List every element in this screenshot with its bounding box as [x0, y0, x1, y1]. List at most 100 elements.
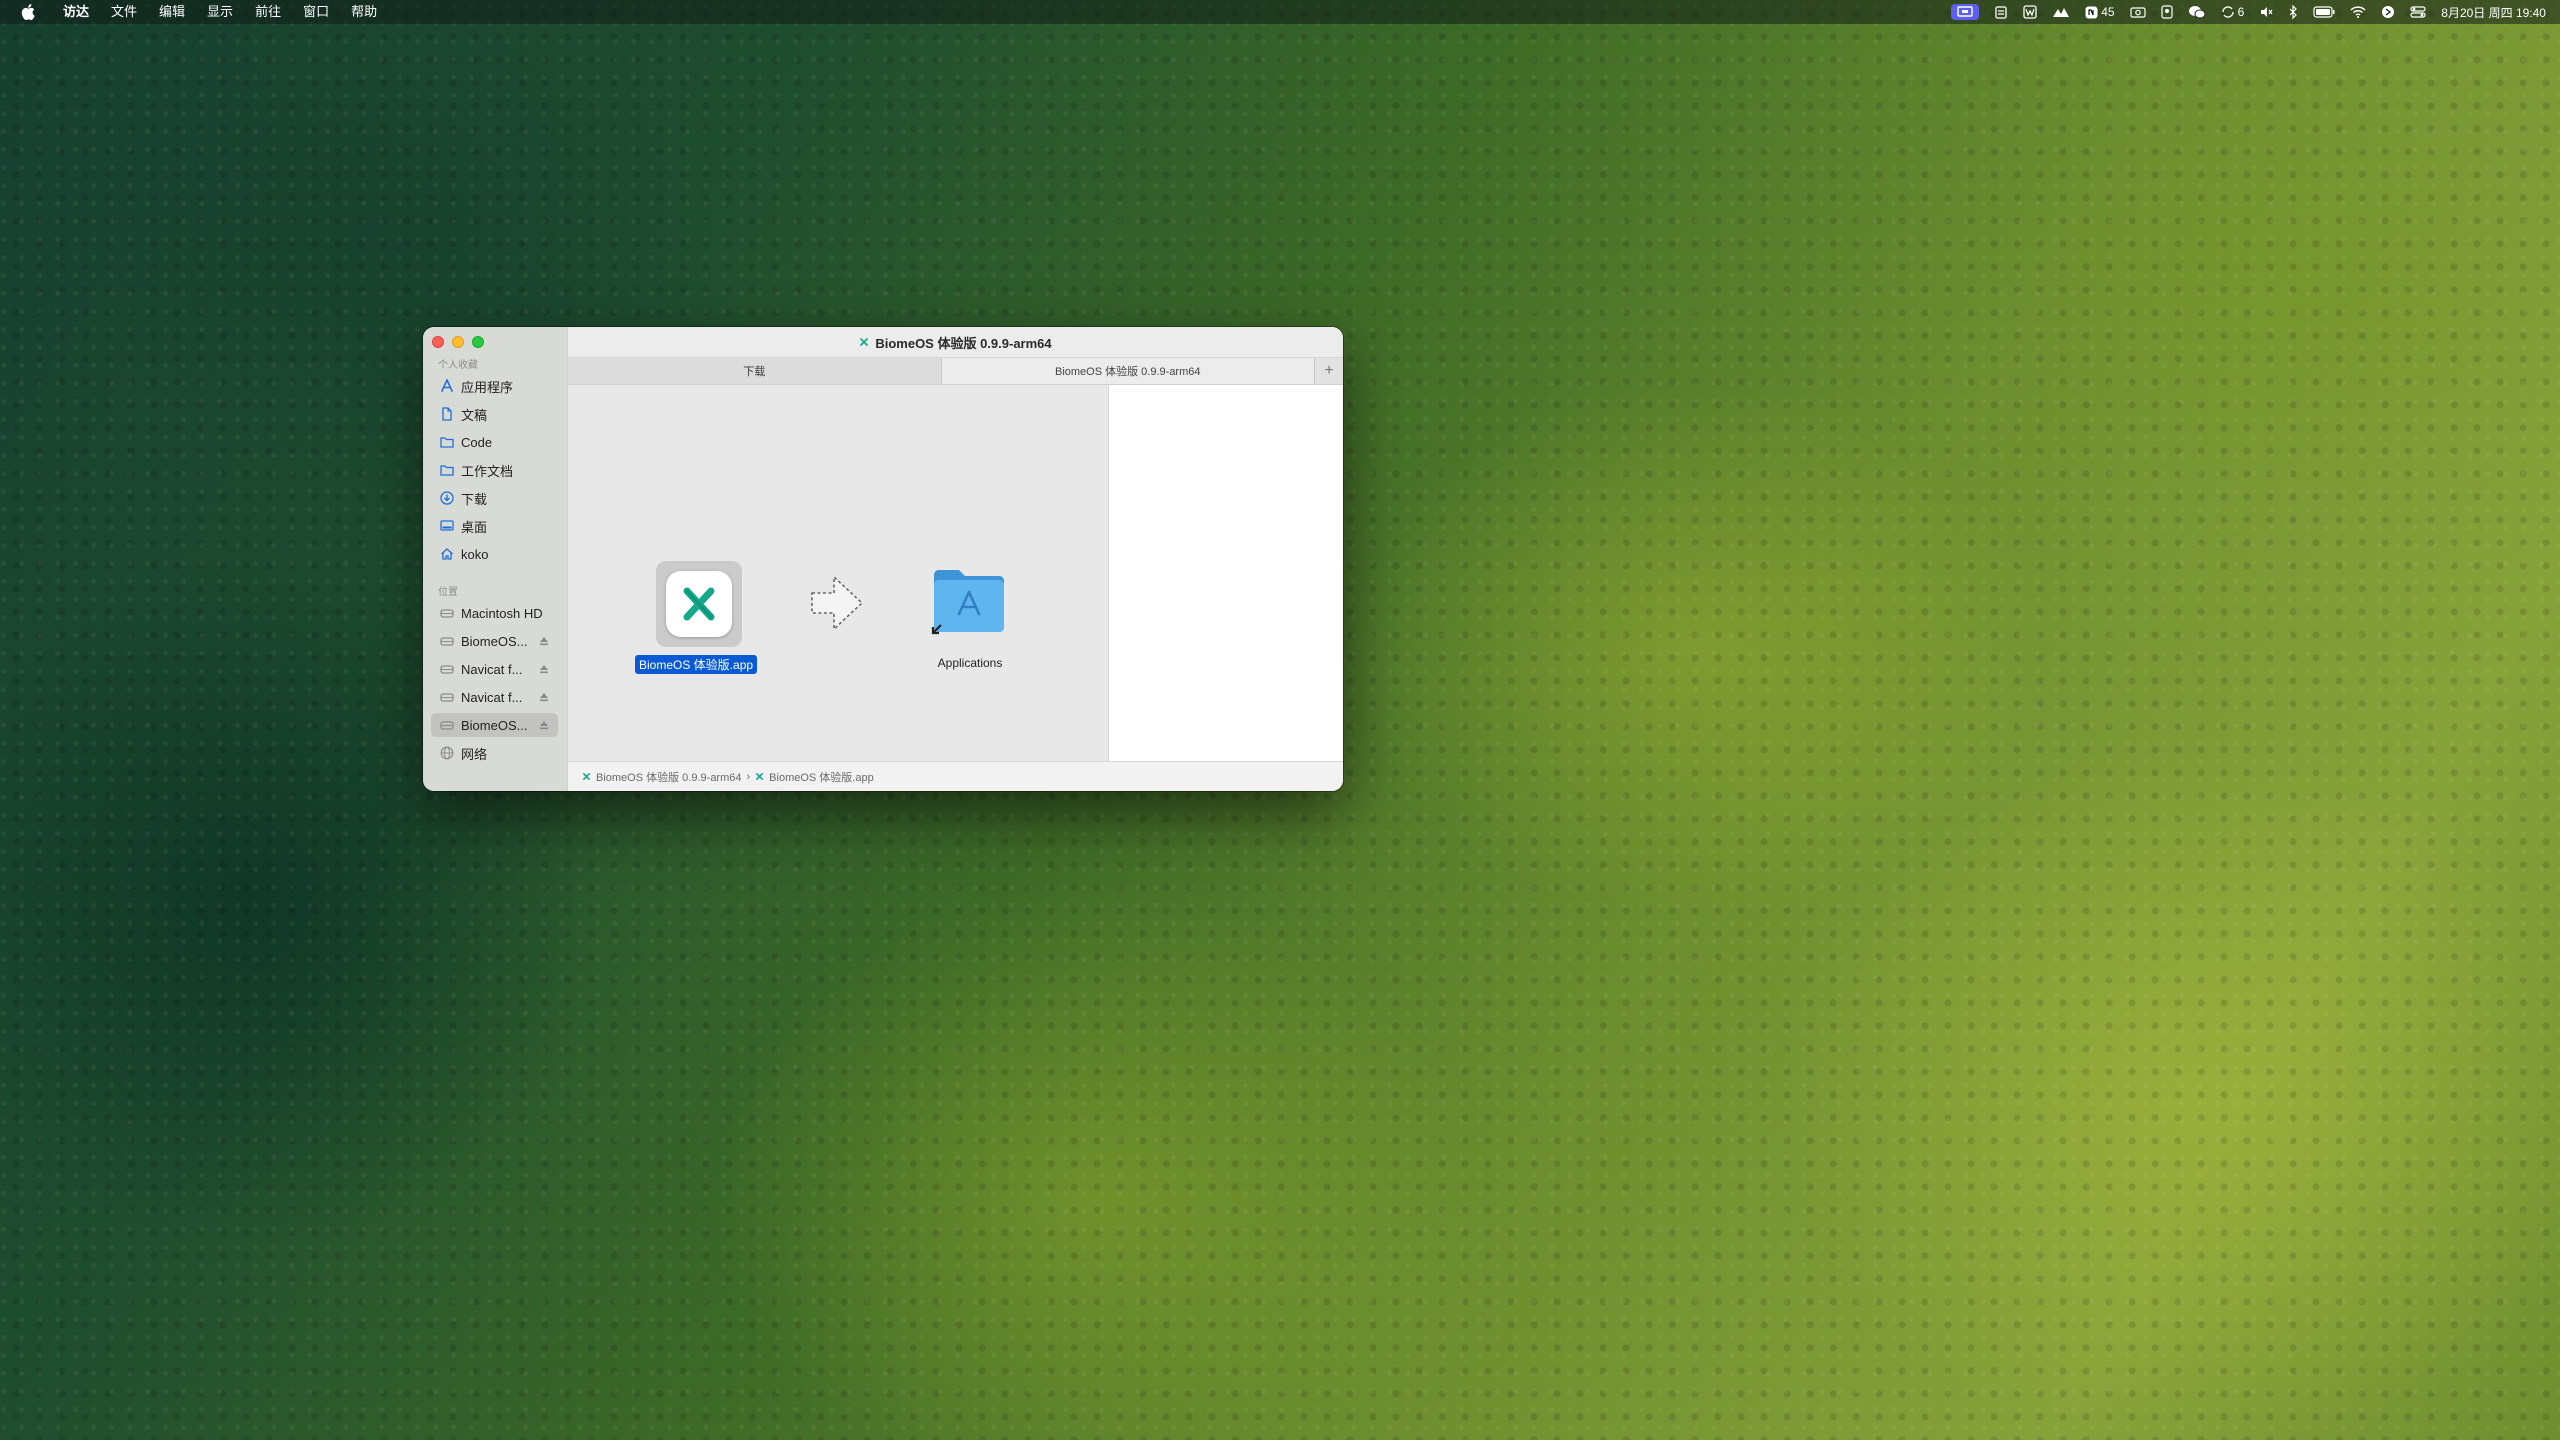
preview-pane [1108, 385, 1343, 761]
sidebar-item-label: koko [461, 546, 489, 562]
contacts-icon[interactable] [2160, 5, 2173, 19]
path-segment-app[interactable]: BiomeOS 体验版.app [769, 769, 874, 785]
drag-arrow-icon [811, 575, 864, 631]
sidebar-item-applications[interactable]: 应用程序 [431, 374, 558, 398]
sidebar-item-macintosh-hd[interactable]: Macintosh HD [431, 601, 558, 625]
notification-count: 45 [2101, 5, 2115, 19]
sidebar-item-navicat-volume-2[interactable]: Navicat f... [431, 685, 558, 709]
applications-icon [439, 378, 455, 394]
window-controls [432, 336, 484, 348]
sidebar-item-label: Navicat f... [461, 661, 523, 677]
notification-badge-icon[interactable]: 45 [2085, 5, 2115, 19]
eject-icon[interactable] [538, 691, 550, 703]
wechat-icon[interactable] [2188, 5, 2206, 19]
disk-icon [439, 605, 455, 621]
home-icon [439, 546, 455, 562]
tab-downloads[interactable]: 下载 [568, 358, 942, 384]
disk-icon [439, 689, 455, 705]
sidebar-item-desktop[interactable]: 桌面 [431, 514, 558, 538]
apple-menu-icon[interactable] [18, 2, 38, 22]
biomeos-path-icon [756, 772, 764, 781]
globe-icon [439, 745, 455, 761]
wifi-icon[interactable] [2350, 6, 2366, 18]
biomeos-path-icon [582, 772, 591, 781]
window-titlebar[interactable]: BiomeOS 体验版 0.9.9-arm64 [568, 327, 1343, 357]
menu-bar: 访达 文件 编辑 显示 前往 窗口 帮助 45 6 8月20日 周四 19:40 [0, 0, 2560, 24]
mountain-icon[interactable] [2052, 6, 2070, 18]
bluetooth-icon[interactable] [2288, 5, 2298, 19]
clipboard-icon[interactable] [1994, 5, 2008, 19]
locations-header: 位置 [438, 587, 458, 598]
new-tab-button[interactable]: + [1315, 358, 1343, 384]
icon-view: BiomeOS 体验版.app Applications [568, 385, 1108, 761]
menu-go[interactable]: 前往 [244, 0, 292, 24]
battery-icon[interactable] [2313, 6, 2335, 18]
sidebar-item-network[interactable]: 网络 [431, 741, 558, 765]
minimize-button[interactable] [452, 336, 464, 348]
sidebar-item-navicat-volume-1[interactable]: Navicat f... [431, 657, 558, 681]
window-title: BiomeOS 体验版 0.9.9-arm64 [875, 335, 1052, 351]
sync-count: 6 [2237, 5, 2245, 19]
sidebar-item-label: Navicat f... [461, 689, 523, 705]
close-button[interactable] [432, 336, 444, 348]
status-area: 45 6 8月20日 周四 19:40 [1951, 0, 2546, 24]
sidebar-item-label: BiomeOS... [461, 633, 528, 649]
disk-icon [439, 661, 455, 677]
eject-icon[interactable] [538, 635, 550, 647]
sync-icon[interactable]: 6 [2221, 5, 2245, 19]
applications-folder-icon[interactable] [930, 565, 1008, 635]
menu-help[interactable]: 帮助 [340, 0, 388, 24]
finder-sidebar: 个人收藏 应用程序 文稿 Code 工作文档 下载 桌面 koko 位置 Mac… [423, 327, 568, 791]
sidebar-item-label: 下载 [461, 491, 488, 507]
sidebar-item-downloads[interactable]: 下载 [431, 486, 558, 510]
app-item-label[interactable]: BiomeOS 体验版.app [635, 655, 758, 674]
desktop-icon [439, 518, 455, 534]
sidebar-item-code[interactable]: Code [431, 430, 558, 454]
applications-folder-label[interactable]: Applications [928, 656, 1012, 670]
app-item[interactable] [656, 561, 742, 647]
menu-finder[interactable]: 访达 [52, 0, 100, 24]
sidebar-item-label: 应用程序 [461, 379, 514, 395]
menu-file[interactable]: 文件 [100, 0, 148, 24]
sidebar-item-biomeos-volume-1[interactable]: BiomeOS... [431, 629, 558, 653]
sidebar-item-label: Code [461, 434, 493, 450]
tab-label: BiomeOS 体验版 0.9.9-arm64 [1055, 366, 1201, 378]
disk-icon [439, 633, 455, 649]
menu-window[interactable]: 窗口 [292, 0, 340, 24]
finder-window: 个人收藏 应用程序 文稿 Code 工作文档 下载 桌面 koko 位置 Mac… [423, 327, 1343, 791]
sidebar-item-label: 文稿 [461, 407, 488, 423]
camera-icon[interactable] [2129, 6, 2146, 18]
locations-section: 位置 Macintosh HD BiomeOS... Navicat f... [423, 585, 568, 769]
path-separator: › [746, 770, 751, 783]
tab-label: 下载 [743, 366, 766, 378]
path-segment-volume[interactable]: BiomeOS 体验版 0.9.9-arm64 [596, 769, 742, 785]
screen-mirror-icon[interactable] [1951, 4, 1980, 20]
disk-icon [439, 717, 455, 733]
sidebar-item-documents[interactable]: 文稿 [431, 402, 558, 426]
zoom-button[interactable] [472, 336, 484, 348]
finder-content: BiomeOS 体验版 0.9.9-arm64 下载 BiomeOS 体验版 0… [568, 327, 1343, 791]
vpn-icon[interactable] [2381, 5, 2395, 19]
sidebar-item-label: 网络 [461, 746, 488, 762]
menu-view[interactable]: 显示 [196, 0, 244, 24]
sidebar-item-biomeos-volume-2[interactable]: BiomeOS... [431, 713, 558, 737]
sidebar-item-home[interactable]: koko [431, 542, 558, 566]
document-icon [439, 406, 455, 422]
download-icon [439, 490, 455, 506]
sidebar-item-work-docs[interactable]: 工作文档 [431, 458, 558, 482]
folder-icon [439, 434, 455, 450]
sidebar-item-label: Macintosh HD [461, 605, 543, 621]
path-bar: BiomeOS 体验版 0.9.9-arm64 › BiomeOS 体验版.ap… [568, 761, 1343, 791]
eject-icon[interactable] [538, 719, 550, 731]
control-center-icon[interactable] [2410, 5, 2426, 19]
biomeos-app-icon [666, 571, 732, 637]
w-app-icon[interactable] [2023, 5, 2037, 19]
mute-icon[interactable] [2259, 5, 2273, 19]
eject-icon[interactable] [538, 663, 550, 675]
tab-bar: 下载 BiomeOS 体验版 0.9.9-arm64 + [568, 357, 1343, 385]
menubar-clock[interactable]: 8月20日 周四 19:40 [2441, 4, 2546, 21]
menu-edit[interactable]: 编辑 [148, 0, 196, 24]
sidebar-item-label: 工作文档 [461, 463, 514, 479]
sidebar-item-label: 桌面 [461, 519, 488, 535]
tab-biomeos[interactable]: BiomeOS 体验版 0.9.9-arm64 [941, 358, 1315, 384]
